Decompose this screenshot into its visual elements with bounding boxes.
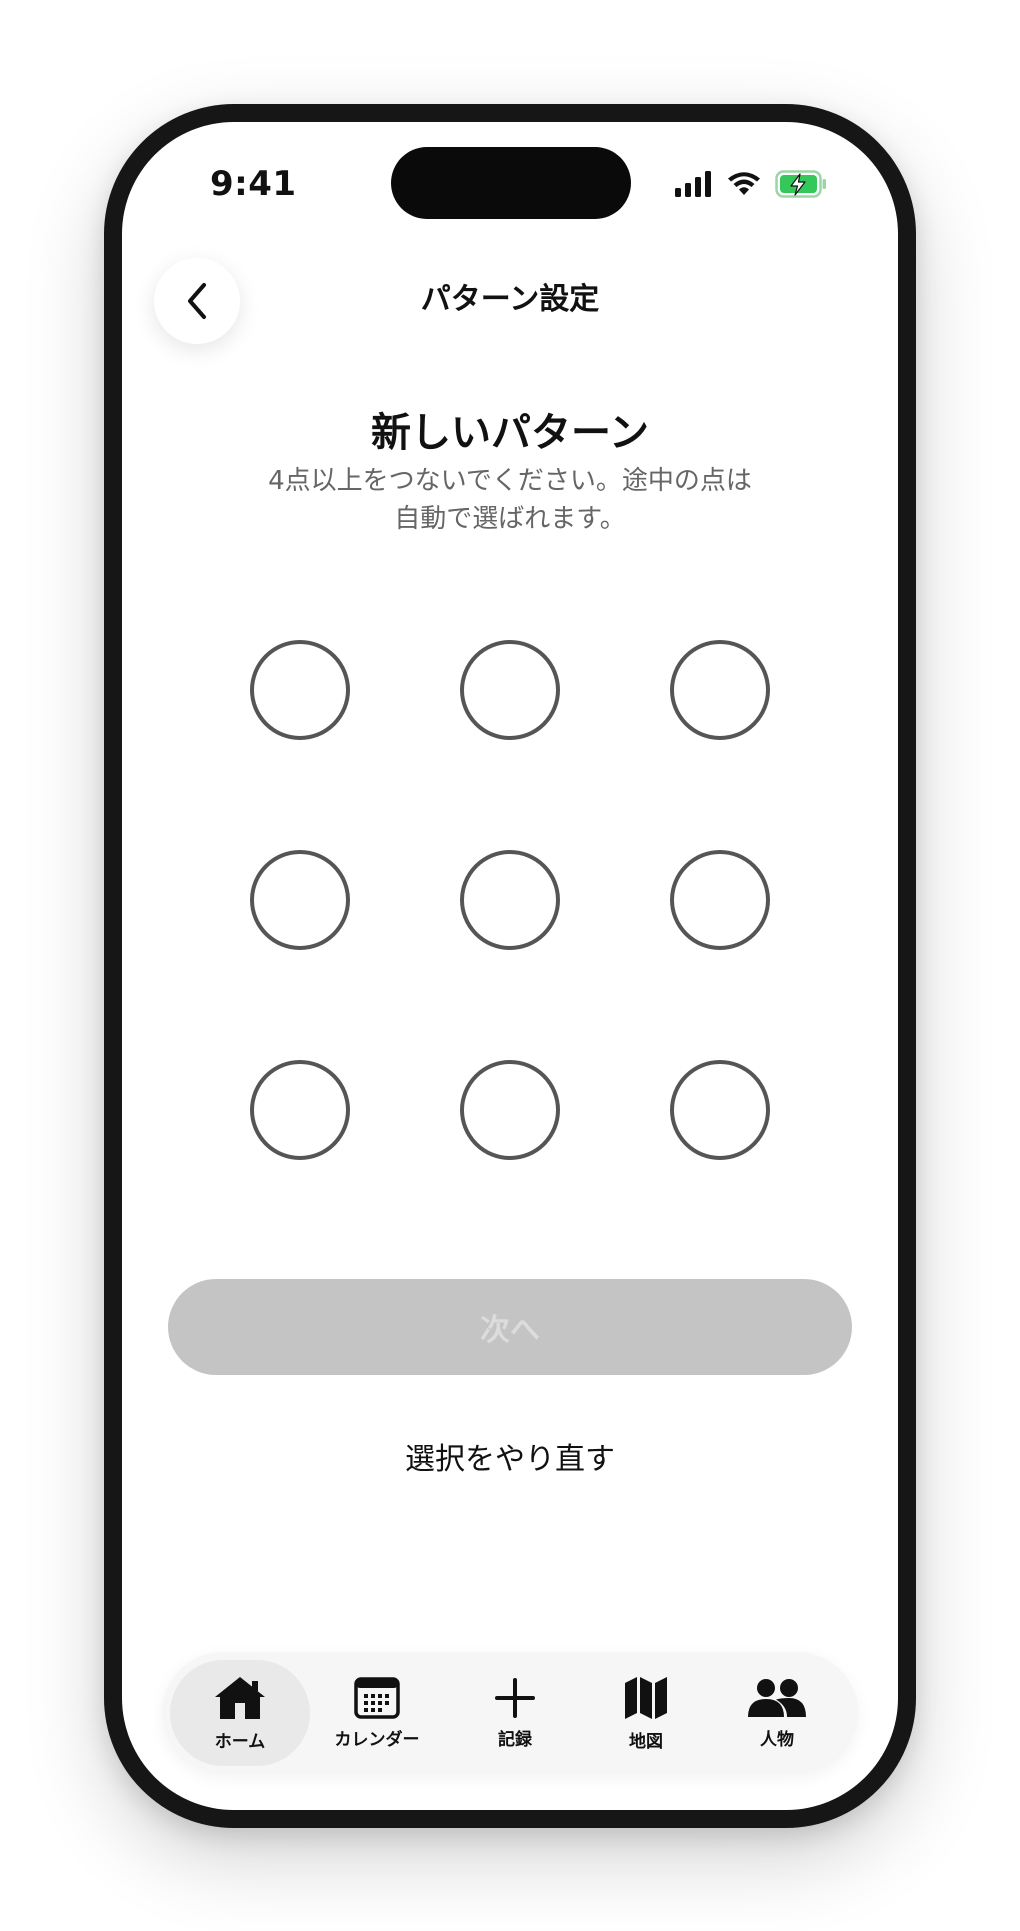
next-button[interactable]: 次へ	[168, 1279, 852, 1375]
status-time: 9:41	[210, 164, 297, 204]
tab-calendar[interactable]: カレンダー	[307, 1660, 447, 1766]
status-icons	[675, 169, 827, 199]
dynamic-island	[391, 147, 631, 219]
tab-record-label: 記録	[498, 1729, 532, 1750]
pattern-dot-9[interactable]	[670, 1060, 770, 1160]
phone-frame: 9:41 パターン設定 新しいパターン 4点以上をつないでください。途中の点は …	[104, 104, 916, 1828]
pattern-dot-8[interactable]	[460, 1060, 560, 1160]
cellular-signal-icon	[675, 171, 713, 197]
instruction-line-1: 4点以上をつないでください。途中の点は	[268, 466, 752, 496]
tab-people-label: 人物	[760, 1729, 794, 1750]
battery-charging-icon	[775, 170, 827, 198]
pattern-grid	[122, 122, 898, 1810]
pattern-dot-7[interactable]	[250, 1060, 350, 1160]
plus-icon	[494, 1677, 536, 1719]
screen: 9:41 パターン設定 新しいパターン 4点以上をつないでください。途中の点は …	[122, 122, 898, 1810]
tab-record[interactable]: 記録	[445, 1660, 585, 1766]
tab-bar: ホーム カレンダー 記録 地図 人物	[162, 1652, 858, 1774]
map-icon	[623, 1675, 669, 1721]
people-icon	[746, 1677, 808, 1719]
reset-selection-button[interactable]: 選択をやり直す	[122, 1434, 898, 1478]
pattern-dot-3[interactable]	[670, 640, 770, 740]
pattern-dot-1[interactable]	[250, 640, 350, 740]
tab-home-label: ホーム	[214, 1731, 266, 1752]
page-heading: 新しいパターン	[371, 410, 649, 456]
tab-calendar-label: カレンダー	[334, 1729, 420, 1750]
pattern-dot-5[interactable]	[460, 850, 560, 950]
instruction-line-2: 自動で選ばれます。	[394, 504, 626, 534]
calendar-icon	[354, 1676, 400, 1719]
home-icon	[213, 1675, 267, 1721]
wifi-icon	[727, 171, 761, 197]
pattern-dot-4[interactable]	[250, 850, 350, 950]
instruction-text: 4点以上をつないでください。途中の点は 自動で選ばれます。	[222, 462, 798, 538]
nav-title: パターン設定	[420, 282, 600, 317]
pattern-dot-6[interactable]	[670, 850, 770, 950]
tab-people[interactable]: 人物	[707, 1660, 847, 1766]
tab-map[interactable]: 地図	[576, 1660, 716, 1766]
tab-map-label: 地図	[629, 1731, 663, 1752]
tab-home[interactable]: ホーム	[170, 1660, 310, 1766]
pattern-dot-2[interactable]	[460, 640, 560, 740]
